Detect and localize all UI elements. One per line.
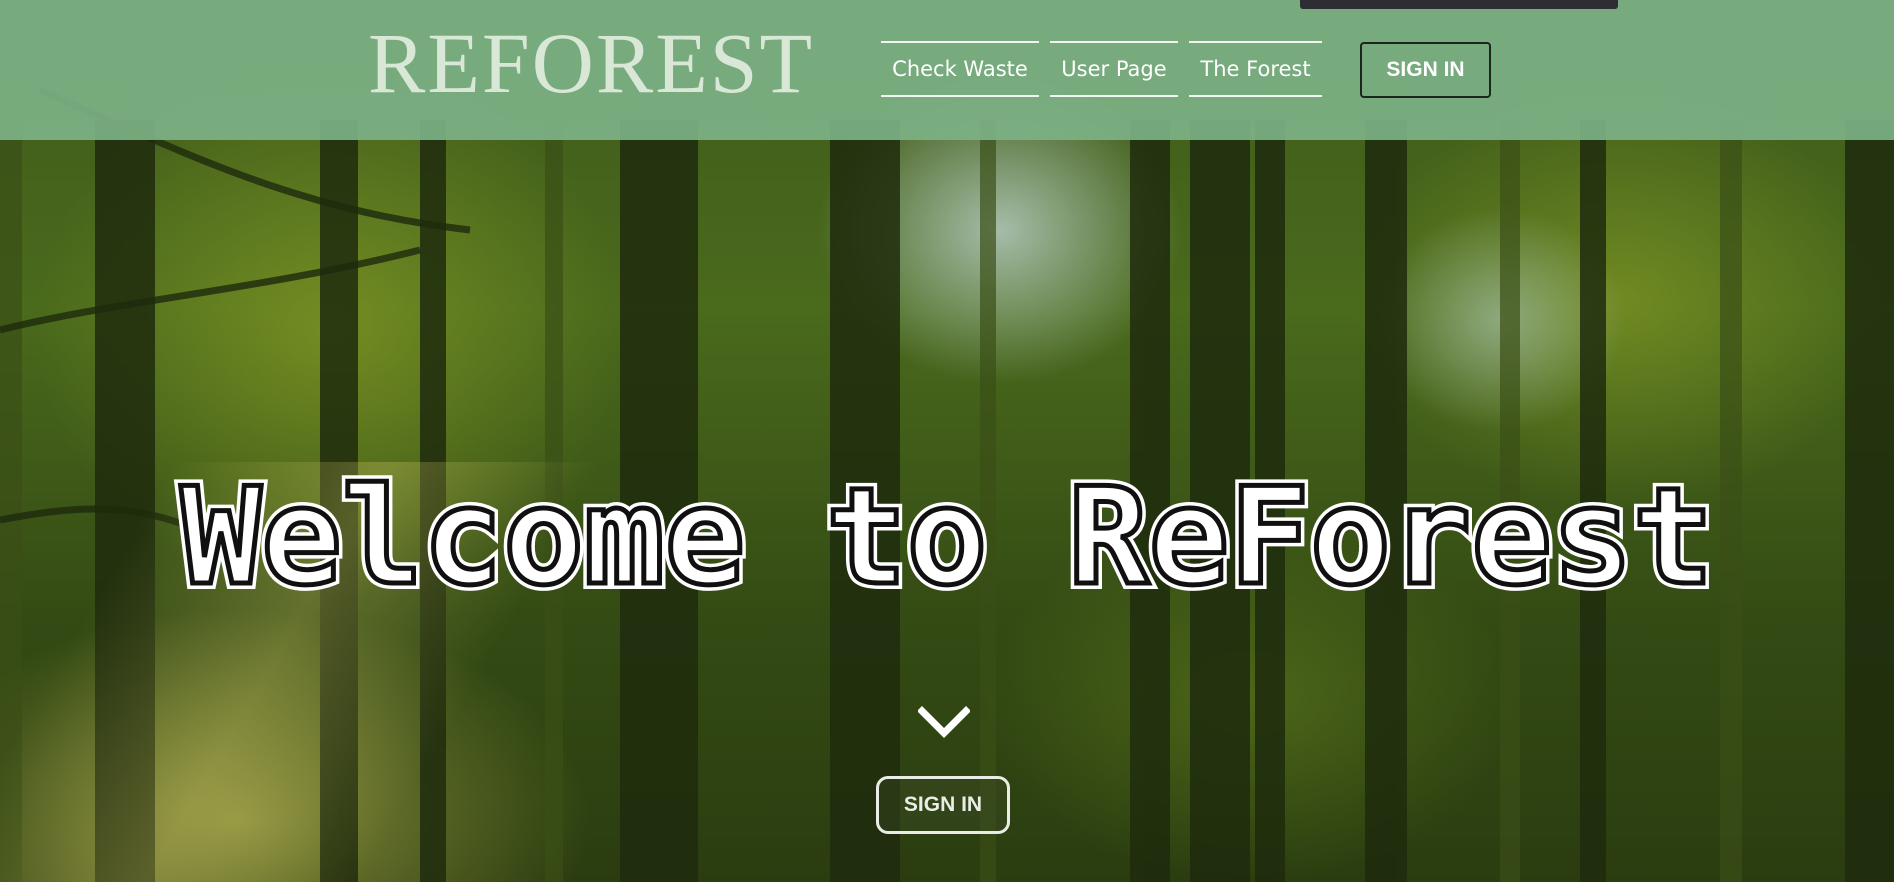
page: REFOREST Check Waste User Page The Fores… — [0, 0, 1894, 882]
hero-signin-button[interactable]: SIGN IN — [876, 776, 1010, 834]
top-dark-strip — [1300, 0, 1618, 9]
hero-title: Welcome to ReForest Welcome to ReForest — [0, 459, 1894, 615]
header: REFOREST Check Waste User Page The Fores… — [0, 0, 1894, 140]
nav-link-the-forest[interactable]: The Forest — [1189, 41, 1322, 97]
logo[interactable]: REFOREST — [368, 20, 814, 106]
nav-link-user-page[interactable]: User Page — [1050, 41, 1178, 97]
nav-link-check-waste[interactable]: Check Waste — [881, 41, 1039, 97]
hero-title-outline: Welcome to ReForest — [178, 459, 1716, 615]
header-signin-button[interactable]: SIGN IN — [1360, 42, 1491, 98]
chevron-down-icon[interactable] — [918, 706, 970, 740]
